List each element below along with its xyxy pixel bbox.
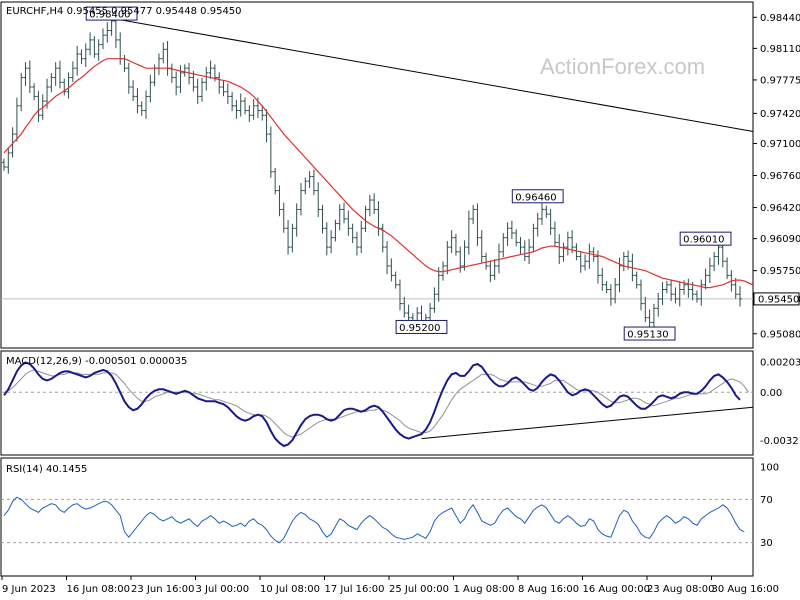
macd-header: MACD(12,26,9) -0.000501 0.000035 bbox=[6, 356, 187, 367]
price-annotation-label: 0.95200 bbox=[399, 323, 440, 334]
price-annotation-label: 0.96010 bbox=[683, 235, 724, 246]
price-axis-label: 0.96420 bbox=[760, 203, 800, 214]
price-annotation-label: 0.95130 bbox=[627, 330, 668, 341]
time-axis-label: 16 Jun 08:00 bbox=[67, 584, 131, 595]
rsi-header: RSI(14) 40.1455 bbox=[6, 464, 87, 475]
price-annotation: 0.96460 bbox=[511, 189, 564, 204]
time-axis-label: 30 Aug 16:00 bbox=[712, 584, 779, 595]
price-axis-label: 0.97775 bbox=[760, 75, 800, 86]
rsi-panel-frame bbox=[0, 457, 754, 577]
price-axis-label: 0.95750 bbox=[760, 266, 800, 277]
rsi-axis-label: 70 bbox=[760, 495, 773, 506]
price-annotation: 0.95130 bbox=[623, 326, 676, 341]
time-axis-label: 25 Jul 00:00 bbox=[389, 584, 449, 595]
price-axis-label: 0.98110 bbox=[760, 44, 800, 55]
macd-axis-label: 0.002031 bbox=[760, 357, 800, 368]
forex-chart: ActionForex.com 0.984000.952000.964600.9… bbox=[0, 1, 800, 595]
time-axis-label: 17 Jul 16:00 bbox=[325, 584, 385, 595]
rsi-axis-label: 30 bbox=[760, 538, 773, 549]
price-axis-label: 0.96760 bbox=[760, 171, 800, 182]
time-axis-label: 1 Aug 08:00 bbox=[454, 584, 515, 595]
rsi-axis-label: 100 bbox=[760, 463, 779, 474]
price-axis-label: 0.95080 bbox=[760, 329, 800, 340]
price-annotation-label: 0.96460 bbox=[515, 192, 556, 203]
time-axis-label: 8 Aug 16:00 bbox=[518, 584, 579, 595]
time-axis-label: 23 Jun 16:00 bbox=[131, 584, 195, 595]
current-price-label: 0.95450 bbox=[758, 294, 799, 305]
current-price-marker: 0.95450 bbox=[753, 292, 800, 306]
time-axis-label: 16 Aug 00:00 bbox=[583, 584, 650, 595]
time-axis-label: 10 Jul 08:00 bbox=[260, 584, 320, 595]
price-header: EURCHF,H4 0.95455 0.95477 0.95448 0.9545… bbox=[6, 6, 242, 17]
price-annotation: 0.95200 bbox=[395, 319, 448, 334]
macd-axis-label: -0.003214 bbox=[760, 436, 800, 447]
price-axis-label: 0.97420 bbox=[760, 109, 800, 120]
price-axis-label: 0.98440 bbox=[760, 13, 800, 24]
price-axis-label: 0.97100 bbox=[760, 139, 800, 150]
time-axis-label: 23 Aug 08:00 bbox=[647, 584, 714, 595]
macd-axis-label: 0.00 bbox=[760, 388, 782, 399]
price-axis-label: 0.96090 bbox=[760, 234, 800, 245]
time-axis-label: 3 Jul 00:00 bbox=[196, 584, 250, 595]
price-annotation: 0.96010 bbox=[679, 231, 732, 246]
time-axis-label: 9 Jun 2023 bbox=[2, 584, 56, 595]
watermark: ActionForex.com bbox=[540, 54, 705, 79]
